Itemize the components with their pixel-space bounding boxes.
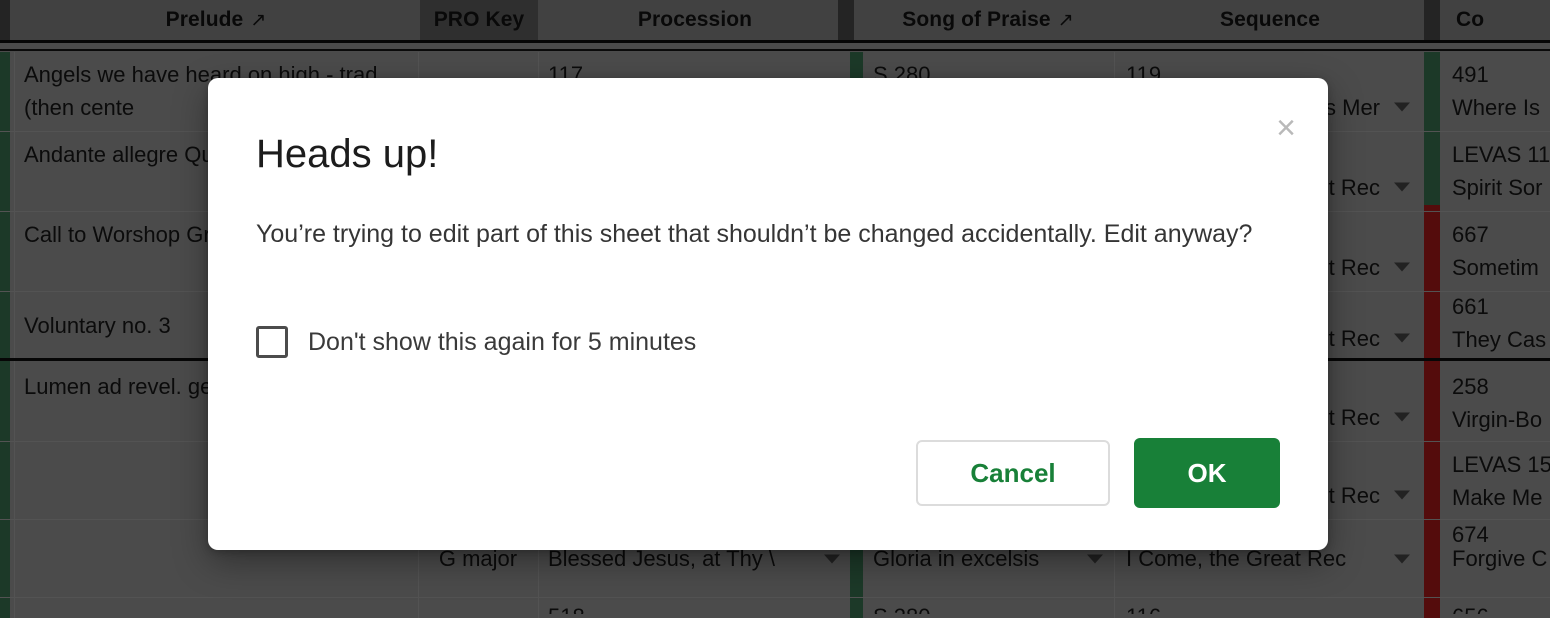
dialog-message: You’re trying to edit part of this sheet… (256, 220, 1253, 248)
dont-show-again-label[interactable]: Don't show this again for 5 minutes (308, 326, 696, 358)
screen: Prelude ↗ PRO Key Procession Song of Pra… (0, 0, 1550, 618)
close-icon[interactable]: × (1266, 108, 1306, 148)
dialog-actions: Cancel OK (916, 438, 1280, 508)
suppress-dialog-row[interactable]: Don't show this again for 5 minutes (256, 326, 696, 358)
heads-up-dialog: × Heads up! You’re trying to edit part o… (208, 78, 1328, 550)
cancel-button[interactable]: Cancel (916, 440, 1110, 506)
ok-button[interactable]: OK (1134, 438, 1280, 508)
dialog-title: Heads up! (256, 132, 439, 176)
dont-show-again-checkbox[interactable] (256, 326, 288, 358)
